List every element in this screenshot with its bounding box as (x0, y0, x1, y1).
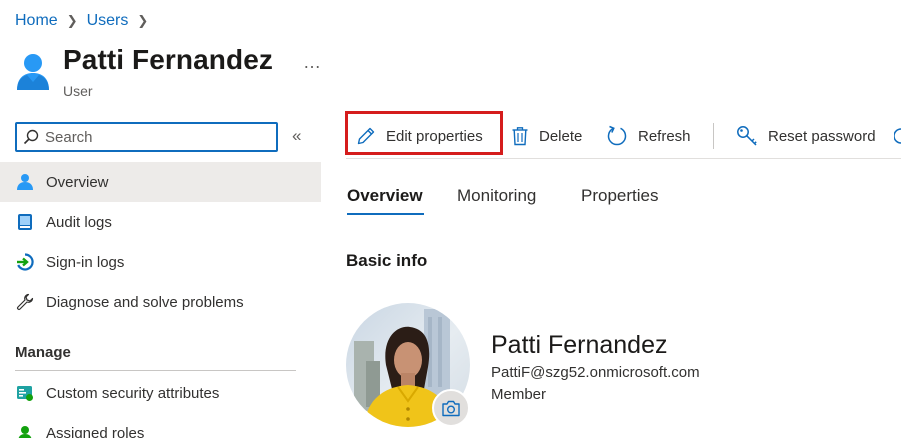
toolbar-divider (346, 158, 901, 159)
reset-password-label: Reset password (768, 127, 876, 145)
sidebar-item-custom-security-attributes[interactable]: Custom security attributes (0, 373, 321, 413)
sidebar-item-assigned-roles[interactable]: Assigned roles (0, 413, 321, 438)
nav-divider (15, 370, 296, 371)
overflow-icon[interactable] (894, 126, 901, 146)
nav-section-manage: Manage (15, 344, 71, 361)
profile-user-type: Member (491, 386, 547, 403)
refresh-icon (606, 125, 628, 147)
tab-properties[interactable]: Properties (581, 186, 658, 206)
key-icon (736, 125, 758, 147)
breadcrumb: Home ❯ Users ❯ (15, 10, 157, 32)
sidebar-item-label: Sign-in logs (46, 253, 125, 271)
roles-icon (15, 423, 35, 438)
sidebar-item-diagnose[interactable]: Diagnose and solve problems (0, 282, 321, 322)
tab-overview[interactable]: Overview (347, 186, 423, 206)
refresh-label: Refresh (638, 127, 691, 145)
camera-icon (442, 400, 460, 416)
profile-name: Patti Fernandez (491, 331, 668, 359)
wrench-icon (15, 292, 35, 312)
audit-log-icon (15, 212, 35, 232)
search-box[interactable] (15, 122, 278, 152)
more-icon[interactable]: … (303, 52, 322, 73)
tab-active-indicator (347, 213, 424, 215)
sidebar-item-sign-in-logs[interactable]: Sign-in logs (0, 242, 321, 282)
trash-icon (511, 126, 529, 146)
breadcrumb-home[interactable]: Home (15, 12, 58, 30)
reset-password-button[interactable]: Reset password (736, 120, 876, 152)
sidebar-item-label: Overview (46, 173, 109, 191)
sidebar-item-label: Audit logs (46, 213, 112, 231)
sidebar-item-label: Assigned roles (46, 424, 145, 438)
chevron-right-icon: ❯ (137, 13, 149, 28)
page-title: Patti Fernandez (63, 44, 273, 75)
sidebar-item-audit-logs[interactable]: Audit logs (0, 202, 321, 242)
user-icon (17, 54, 49, 90)
profile-email: PattiF@szg52.onmicrosoft.com (491, 364, 700, 381)
sidebar-item-label: Custom security attributes (46, 384, 220, 402)
sidebar-item-overview[interactable]: Overview (0, 162, 321, 202)
tab-monitoring[interactable]: Monitoring (457, 186, 536, 206)
search-icon (23, 129, 39, 145)
sidebar-item-label: Diagnose and solve problems (46, 293, 244, 311)
sign-in-icon (15, 252, 35, 272)
basic-info-title: Basic info (346, 251, 428, 270)
chevron-right-icon: ❯ (66, 13, 78, 28)
collapse-sidebar-icon[interactable]: « (292, 126, 301, 146)
change-photo-button[interactable] (432, 389, 470, 427)
delete-button[interactable]: Delete (511, 120, 582, 152)
highlight-box (345, 111, 503, 155)
toolbar-separator (713, 123, 714, 149)
refresh-button[interactable]: Refresh (606, 120, 691, 152)
breadcrumb-users[interactable]: Users (87, 12, 129, 30)
page-subtitle: User (63, 83, 93, 99)
user-icon (15, 172, 35, 192)
search-input[interactable] (45, 128, 265, 146)
delete-label: Delete (539, 127, 583, 145)
security-attributes-icon (15, 383, 35, 403)
